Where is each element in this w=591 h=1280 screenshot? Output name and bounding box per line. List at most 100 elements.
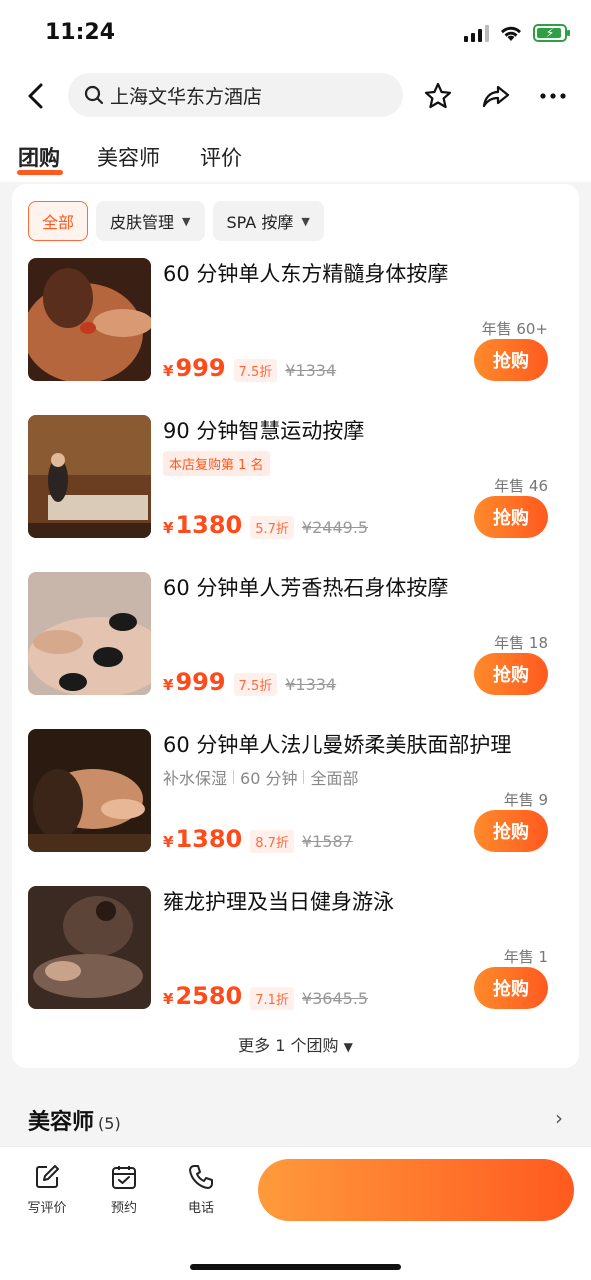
buy-button[interactable]: 抢购 [474, 810, 548, 852]
deal-attributes: 补水保湿 60 分钟 全面部 [163, 765, 358, 789]
signal-icon [464, 24, 489, 42]
deal-thumbnail [28, 258, 151, 381]
currency-symbol: ¥ [163, 676, 174, 694]
annual-sales: 年售 1 [503, 948, 548, 966]
wifi-icon [501, 26, 521, 41]
deal-attribute: 全面部 [310, 769, 359, 788]
search-query: 上海文华东方酒店 [110, 85, 263, 108]
deal-price: ¥1380 [163, 511, 242, 539]
price-row: ¥1380 8.7折 ¥1587 [163, 825, 353, 853]
annual-sales: 年售 46 [494, 477, 548, 495]
deals-card: 全部 皮肤管理 ▼ SPA 按摩 ▼ 60 分钟单人东方精髓身体按摩 ¥999 7.… [12, 184, 579, 1068]
currency-symbol: ¥ [163, 362, 174, 380]
home-indicator [190, 1264, 401, 1270]
write-review-label: 写评价 [27, 1201, 67, 1216]
edit-icon [36, 1165, 59, 1188]
tab-beauticians[interactable]: 美容师 [97, 142, 160, 172]
price-row: ¥999 7.5折 ¥1334 [163, 668, 336, 696]
phone-button[interactable]: 电话 [169, 1163, 233, 1216]
more-deals-link[interactable]: 更多 1 个团购 ▼ [12, 1032, 579, 1056]
chevron-down-icon: ▼ [182, 214, 191, 228]
status-bar: 11:24 ⚡ [0, 0, 591, 68]
deal-thumbnail [28, 415, 151, 538]
price-value: 999 [175, 354, 226, 382]
more-button[interactable] [535, 78, 571, 114]
deal-item[interactable]: 90 分钟智慧运动按摩 本店复购第 1 名 ¥1380 5.7折 ¥2449.5… [28, 415, 564, 539]
section-count: (5) [98, 1114, 121, 1133]
deal-title: 90 分钟智慧运动按摩 [163, 419, 365, 443]
currency-symbol: ¥ [163, 833, 174, 851]
price-row: ¥999 7.5折 ¥1334 [163, 354, 336, 382]
deal-thumbnail [28, 729, 151, 852]
tab-indicator [17, 170, 63, 175]
discount-badge: 8.7折 [250, 830, 294, 853]
deal-item[interactable]: 60 分钟单人东方精髓身体按摩 ¥999 7.5折 ¥1334 年售 60+ 抢… [28, 258, 564, 382]
write-review-button[interactable]: 写评价 [15, 1163, 79, 1216]
search-bar[interactable]: 上海文华东方酒店 [68, 73, 403, 117]
more-deals-label: 更多 1 个团购 [238, 1036, 339, 1055]
section-title-label: 美容师 [28, 1110, 95, 1135]
deal-title: 60 分钟单人法儿曼娇柔美肤面部护理 [163, 733, 512, 757]
back-button[interactable] [18, 78, 54, 114]
tab-reviews[interactable]: 评价 [200, 142, 242, 172]
annual-sales: 年售 9 [503, 791, 548, 809]
deal-attribute: 60 分钟 [240, 769, 298, 788]
battery-icon: ⚡ [533, 24, 570, 42]
chevron-left-icon [28, 83, 43, 109]
chevron-down-icon: ▼ [343, 1040, 353, 1054]
primary-action-button[interactable] [258, 1159, 574, 1221]
deal-price: ¥999 [163, 354, 226, 382]
deal-title: 60 分钟单人东方精髓身体按摩 [163, 262, 449, 286]
deal-item[interactable]: 60 分钟单人芳香热石身体按摩 ¥999 7.5折 ¥1334 年售 18 抢购 [28, 572, 564, 696]
deal-price: ¥999 [163, 668, 226, 696]
tab-group-buy[interactable]: 团购 [18, 142, 60, 172]
original-price: ¥1587 [301, 832, 353, 851]
tab-bar: 团购 美容师 评价 [0, 124, 591, 182]
original-price: ¥1334 [285, 675, 337, 694]
deal-title: 雍龙护理及当日健身游泳 [163, 890, 394, 914]
filter-skin-care[interactable]: 皮肤管理 ▼ [96, 201, 205, 241]
price-value: 999 [175, 668, 226, 696]
deal-price: ¥1380 [163, 825, 242, 853]
booking-button[interactable]: 预约 [92, 1163, 156, 1216]
calendar-icon [112, 1166, 136, 1189]
deal-attribute: 补水保湿 [163, 769, 228, 788]
favorite-button[interactable] [420, 78, 456, 114]
deal-thumbnail [28, 572, 151, 695]
annual-sales: 年售 18 [494, 634, 548, 652]
buy-button[interactable]: 抢购 [474, 967, 548, 1009]
phone-icon [189, 1165, 213, 1189]
filter-all[interactable]: 全部 [28, 201, 89, 241]
buy-button[interactable]: 抢购 [474, 496, 548, 538]
deal-thumbnail [28, 886, 151, 1009]
buy-button[interactable]: 抢购 [474, 653, 548, 695]
divider [303, 770, 305, 784]
filter-all-label: 全部 [42, 213, 75, 232]
filter-spa-massage[interactable]: SPA 按摩 ▼ [212, 201, 324, 241]
chevron-right-icon: › [555, 1106, 563, 1130]
discount-badge: 7.1折 [250, 987, 294, 1010]
price-value: 1380 [175, 511, 243, 539]
buy-button[interactable]: 抢购 [474, 339, 548, 381]
nav-bar: 上海文华东方酒店 [0, 68, 591, 124]
filter-spa-massage-label: SPA 按摩 [226, 213, 294, 232]
currency-symbol: ¥ [163, 990, 174, 1008]
discount-badge: 7.5折 [233, 359, 278, 382]
beautician-section-header[interactable]: 美容师 (5) › [0, 1086, 591, 1146]
search-icon [84, 85, 104, 105]
status-icons: ⚡ [464, 24, 570, 42]
annual-sales: 年售 60+ [481, 320, 548, 338]
price-value: 1380 [175, 825, 243, 853]
price-row: ¥2580 7.1折 ¥3645.5 [163, 982, 368, 1010]
status-time: 11:24 [45, 20, 116, 45]
phone-label: 电话 [187, 1201, 214, 1216]
original-price: ¥1334 [285, 361, 337, 380]
chevron-down-icon: ▼ [301, 214, 310, 228]
divider [233, 770, 235, 784]
deal-item[interactable]: 雍龙护理及当日健身游泳 ¥2580 7.1折 ¥3645.5 年售 1 抢购 [28, 886, 564, 1010]
share-button[interactable] [478, 78, 514, 114]
deal-item[interactable]: 60 分钟单人法儿曼娇柔美肤面部护理 补水保湿 60 分钟 全面部 ¥1380 … [28, 729, 564, 853]
price-row: ¥1380 5.7折 ¥2449.5 [163, 511, 368, 539]
section-title: 美容师 (5) [28, 1104, 121, 1136]
more-icon [540, 93, 566, 99]
